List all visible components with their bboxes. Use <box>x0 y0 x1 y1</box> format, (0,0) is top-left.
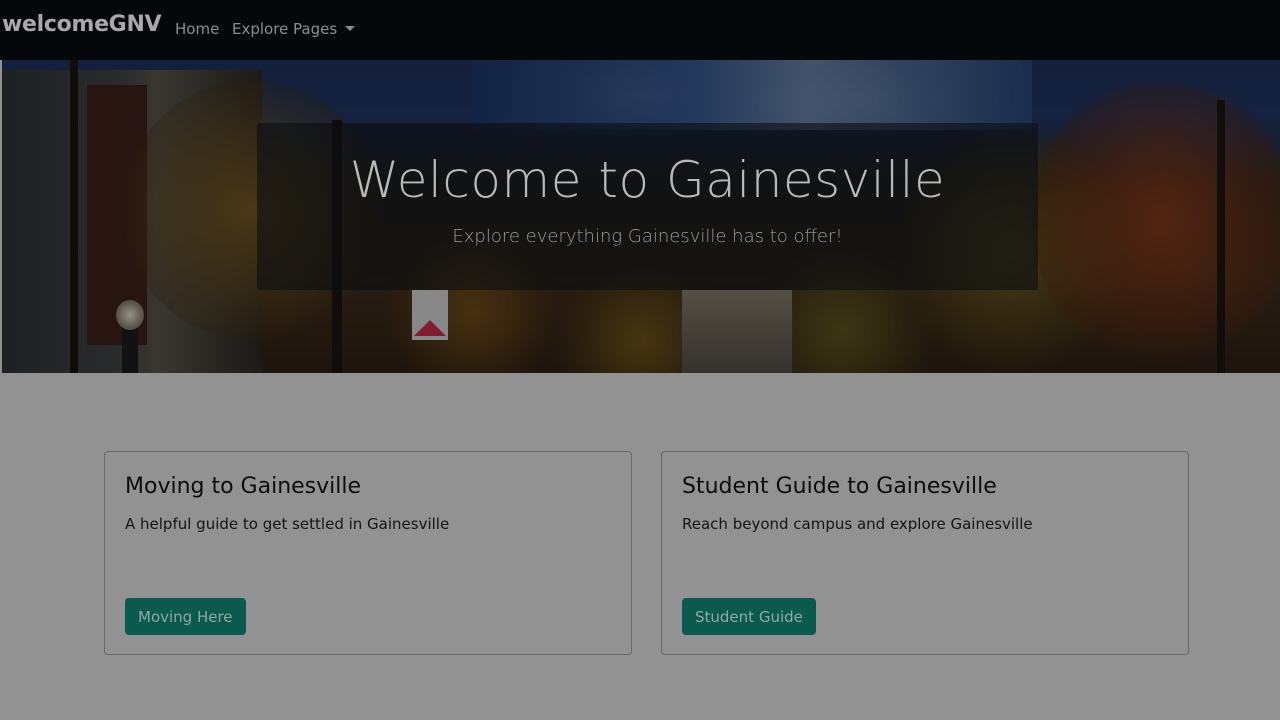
hero-subtitle: Explore everything Gainesville has to of… <box>452 226 843 247</box>
brand-link[interactable]: welcomeGNV <box>2 12 162 37</box>
card-text: A helpful guide to get settled in Gaines… <box>125 515 450 533</box>
navbar: welcomeGNV Home Explore Pages <box>0 0 1280 60</box>
caret-down-icon <box>345 26 356 31</box>
hero-caption-box: Welcome to Gainesville Explore everythin… <box>257 123 1038 290</box>
card-title: Student Guide to Gainesville <box>682 474 997 499</box>
nav-dropdown-label: Explore Pages <box>232 20 338 38</box>
card-title: Moving to Gainesville <box>125 474 362 499</box>
moving-here-button[interactable]: Moving Here <box>125 598 246 635</box>
nav-dropdown-explore-pages[interactable]: Explore Pages <box>232 20 356 38</box>
nav-link-home[interactable]: Home <box>175 20 219 38</box>
hero-title: Welcome to Gainesville <box>349 151 946 209</box>
card-student-guide: Student Guide to Gainesville Reach beyon… <box>661 451 1189 655</box>
card-moving: Moving to Gainesville A helpful guide to… <box>104 451 632 655</box>
card-text: Reach beyond campus and explore Gainesvi… <box>682 515 1033 533</box>
student-guide-button[interactable]: Student Guide <box>682 598 816 635</box>
